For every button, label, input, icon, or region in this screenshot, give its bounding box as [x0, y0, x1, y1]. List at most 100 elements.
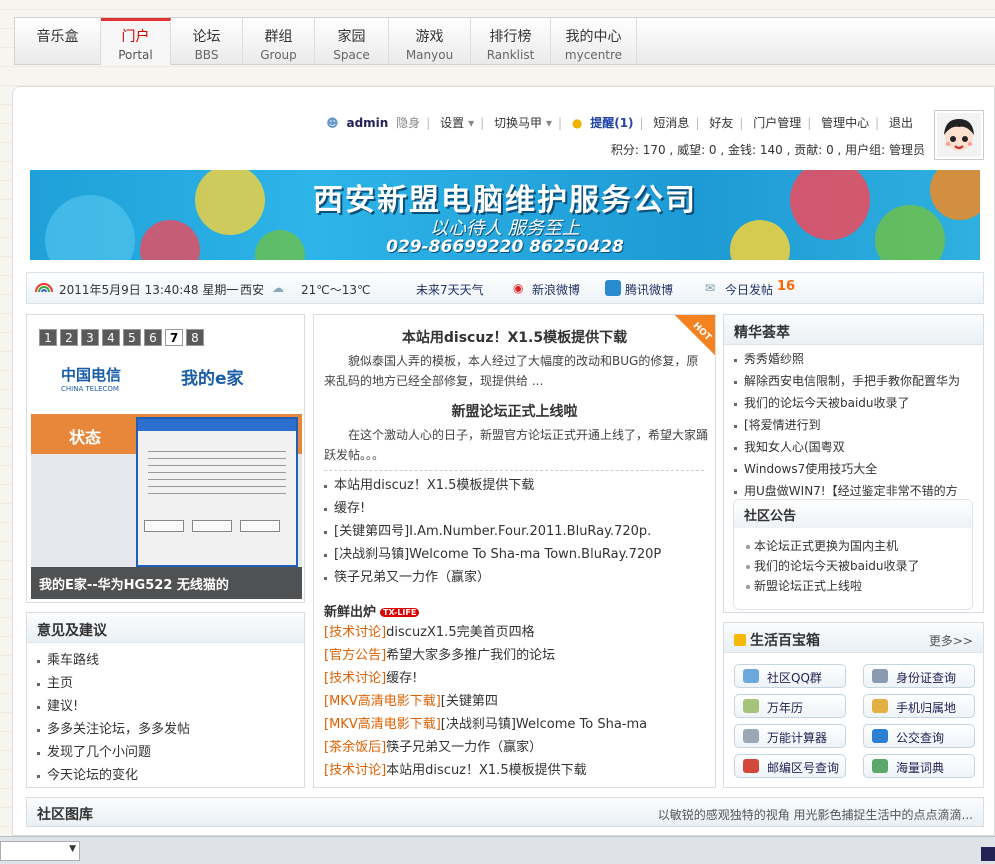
phone-location-button[interactable]: 手机归属地 — [863, 694, 975, 718]
post-title[interactable]: 筷子兄弟又一力作（赢家） — [386, 740, 542, 755]
list-item[interactable]: 主页 — [35, 672, 304, 695]
list-item[interactable]: 本论坛正式更换为国内主机 — [744, 536, 972, 556]
list-item[interactable]: 秀秀婚纱照 — [732, 348, 975, 370]
list-item[interactable]: [官方公告]希望大家多多推广我们的论坛 — [324, 644, 647, 667]
list-item[interactable]: [技术讨论]缓存! — [324, 667, 647, 690]
category-tag[interactable]: [官方公告] — [324, 648, 386, 663]
sms-link[interactable]: 短消息 — [653, 116, 689, 130]
post-title[interactable]: [决战刹马镇]Welcome To Sha-ma — [441, 717, 647, 732]
category-tag[interactable]: [MKV高清电影下载] — [324, 717, 441, 732]
list-item[interactable]: 我们的论坛今天被baidu收录了 — [744, 556, 972, 576]
list-item[interactable]: 新盟论坛正式上线啦 — [744, 576, 972, 596]
list-item[interactable]: 我知女人心(国粤双 — [732, 436, 975, 458]
admin-center-link[interactable]: 管理中心 — [821, 116, 869, 130]
slide-pager: 1 2 3 4 5 6 7 8 — [39, 329, 204, 346]
divider — [324, 470, 704, 471]
settings-menu[interactable]: 设置 — [440, 116, 464, 130]
slide-page-button[interactable]: 3 — [81, 329, 99, 346]
suggestion-panel: 意见及建议 乘车路线 主页 建议! 多多关注论坛，多多发帖 发现了几个小问题 今… — [26, 612, 305, 788]
slide-page-button[interactable]: 1 — [39, 329, 57, 346]
username-link[interactable]: admin — [346, 116, 388, 130]
tencent-weibo-link[interactable]: 腾讯微博 — [625, 281, 673, 298]
headline-title-2[interactable]: 新盟论坛正式上线啦 — [314, 401, 715, 421]
slideshow[interactable]: 中国电信 CHINA TELECOM 我的e家 状态 1 2 3 4 5 6 7… — [26, 314, 305, 603]
id-card-query-button[interactable]: 身份证查询 — [863, 664, 975, 688]
list-item[interactable]: 本站用discuz！X1.5模板提供下载 — [322, 474, 661, 497]
slide-image[interactable]: 中国电信 CHINA TELECOM 我的e家 状态 1 2 3 4 5 6 7… — [31, 319, 302, 599]
category-tag[interactable]: [技术讨论] — [324, 625, 386, 640]
list-item[interactable]: [MKV高清电影下载][决战刹马镇]Welcome To Sha-ma — [324, 713, 647, 736]
list-item[interactable]: 今天论坛的变化 — [35, 764, 304, 787]
nav-item-portal[interactable]: 门户 Portal — [101, 18, 171, 65]
nav-item-manyou[interactable]: 游戏 Manyou — [389, 18, 471, 65]
bus-query-button[interactable]: 公交查询 — [863, 724, 975, 748]
nav-label: 家园 — [337, 29, 366, 45]
friends-link[interactable]: 好友 — [709, 116, 733, 130]
list-item[interactable]: 乘车路线 — [35, 649, 304, 672]
avatar[interactable] — [934, 110, 984, 160]
post-title[interactable]: 本站用discuz！X1.5模板提供下载 — [386, 763, 586, 778]
post-title[interactable]: discuzX1.5完美首页四格 — [386, 625, 534, 640]
sina-weibo-icon: ◉ — [513, 281, 524, 295]
download-icon[interactable] — [981, 847, 995, 861]
list-item[interactable]: [MKV高清电影下载][关键第四 — [324, 690, 647, 713]
list-item[interactable]: [关键第四号]I.Am.Number.Four.2011.BluRay.720p… — [322, 520, 661, 543]
status-dropdown[interactable]: ▼ — [0, 841, 80, 861]
bus-icon — [872, 729, 888, 743]
nav-item-space[interactable]: 家园 Space — [315, 18, 389, 65]
more-link[interactable]: 更多>> — [929, 632, 973, 649]
sina-weibo-link[interactable]: 新浪微博 — [532, 281, 580, 298]
headline-title-1[interactable]: 本站用discuz！X1.5模板提供下载 — [314, 327, 715, 347]
category-tag[interactable]: [技术讨论] — [324, 763, 386, 778]
calendar-button[interactable]: 万年历 — [734, 694, 846, 718]
list-item[interactable]: 建议! — [35, 695, 304, 718]
slide-page-button[interactable]: 2 — [60, 329, 78, 346]
list-item[interactable]: 我们的论坛今天被baidu收录了 — [732, 392, 975, 414]
list-item[interactable]: [技术讨论]本站用discuz！X1.5模板提供下载 — [324, 759, 647, 782]
nav-item-bbs[interactable]: 论坛 BBS — [171, 18, 243, 65]
calculator-button[interactable]: 万能计算器 — [734, 724, 846, 748]
list-item[interactable]: 筷子兄弟又一力作（赢家） — [322, 566, 661, 589]
portal-manage-link[interactable]: 门户管理 — [753, 116, 801, 130]
nav-item-group[interactable]: 群组 Group — [243, 18, 315, 65]
nav-item-ranklist[interactable]: 排行榜 Ranklist — [471, 18, 551, 65]
list-item[interactable]: 多多关注论坛，多多发帖 — [35, 718, 304, 741]
category-tag[interactable]: [MKV高清电影下载] — [324, 694, 441, 709]
slide-page-button-active[interactable]: 7 — [165, 329, 183, 346]
post-title[interactable]: 希望大家多多推广我们的论坛 — [386, 648, 555, 663]
list-item[interactable]: 发现了几个小问题 — [35, 741, 304, 764]
slide-page-button[interactable]: 5 — [123, 329, 141, 346]
nav-item-music[interactable]: 音乐盒 — [15, 18, 101, 65]
list-item[interactable]: [技术讨论]discuzX1.5完美首页四格 — [324, 621, 647, 644]
postcode-query-button[interactable]: 邮编区号查询 — [734, 754, 846, 778]
slide-page-button[interactable]: 4 — [102, 329, 120, 346]
info-bar: 2011年5月9日 13:40:48 星期一 西安 ☁ 21℃～13℃ 未来7天… — [26, 272, 984, 304]
category-tag[interactable]: [茶余饭后] — [324, 740, 386, 755]
list-item[interactable]: [决战刹马镇]Welcome To Sha-ma Town.BluRay.720… — [322, 543, 661, 566]
nav-sublabel: mycentre — [564, 48, 623, 62]
dictionary-button[interactable]: 海量词典 — [863, 754, 975, 778]
switch-account-menu[interactable]: 切换马甲 — [494, 116, 542, 130]
list-item[interactable]: 解除西安电信限制，手把手教你配置华为 — [732, 370, 975, 392]
remind-link[interactable]: 提醒(1) — [590, 116, 633, 130]
forecast-link[interactable]: 未来7天天气 — [416, 281, 484, 298]
slide-caption[interactable]: 我的E家--华为HG522 无线猫的 — [31, 567, 302, 599]
company-banner[interactable]: 西安新盟电脑维护服务公司 以心待人 服务至上 029-86699220 8625… — [30, 170, 980, 260]
top-nav: 音乐盒 门户 Portal 论坛 BBS 群组 Group 家园 Space 游戏 Man… — [14, 17, 995, 65]
invisible-link[interactable]: 隐身 — [396, 116, 420, 130]
suggestion-list: 乘车路线 主页 建议! 多多关注论坛，多多发帖 发现了几个小问题 今天论坛的变化 — [27, 643, 304, 787]
list-item[interactable]: [茶余饭后]筷子兄弟又一力作（赢家） — [324, 736, 647, 759]
slide-page-button[interactable]: 8 — [186, 329, 204, 346]
bulb-icon: ● — [571, 116, 583, 130]
post-title[interactable]: [关键第四 — [441, 694, 498, 709]
slide-page-button[interactable]: 6 — [144, 329, 162, 346]
nav-item-mycentre[interactable]: 我的中心 mycentre — [551, 18, 637, 65]
category-tag[interactable]: [技术讨论] — [324, 671, 386, 686]
nav-label: 群组 — [264, 29, 293, 45]
list-item[interactable]: 缓存! — [322, 497, 661, 520]
post-title[interactable]: 缓存! — [386, 671, 417, 686]
list-item[interactable]: [将爱情进行到 — [732, 414, 975, 436]
logout-link[interactable]: 退出 — [889, 116, 913, 130]
list-item[interactable]: Windows7使用技巧大全 — [732, 458, 975, 480]
qq-group-button[interactable]: 社区QQ群 — [734, 664, 846, 688]
